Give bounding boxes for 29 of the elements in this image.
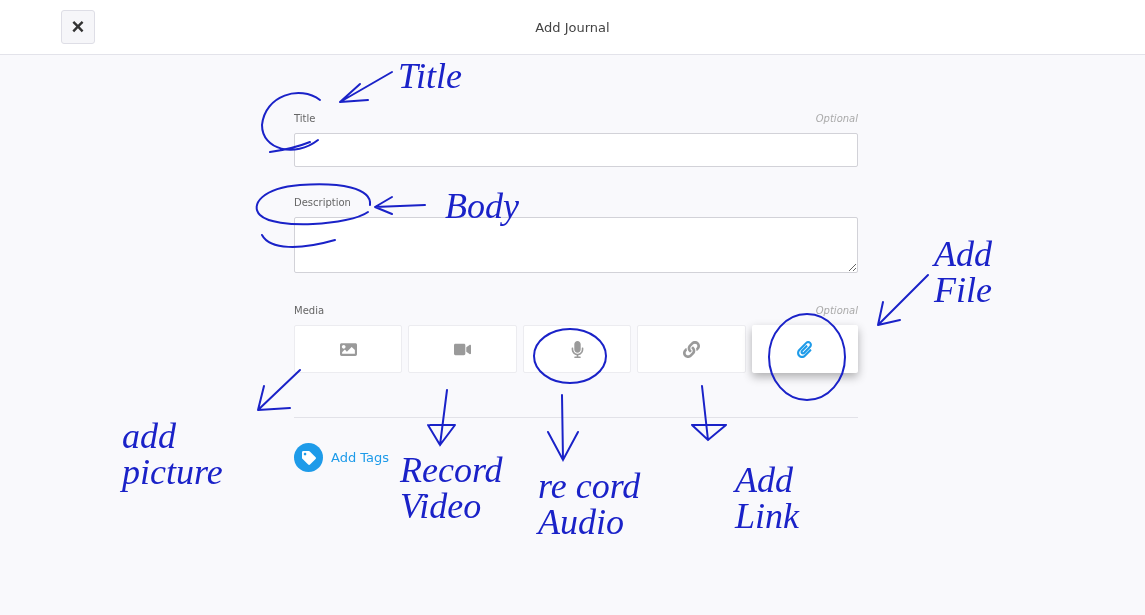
handwritten-note: Title [398,58,463,94]
media-button[interactable] [522,325,632,373]
handwritten-note: Add File [934,236,993,308]
tag-icon [294,443,323,472]
close-button[interactable]: × [61,10,95,44]
field-label: Description [294,197,351,208]
handwritten-note: Body [445,188,519,224]
handwritten-note: re cord Audio [538,468,642,540]
optional-hint: Optional [815,113,858,124]
window-title: Add Journal [534,19,611,35]
arrow-mark [339,71,393,103]
title-field[interactable] [294,133,858,167]
handwritten-note: Add Link [735,462,801,534]
paperclip-icon [796,340,814,358]
arrow-mark [257,369,301,411]
arrow-mark [427,389,456,447]
arrow-mark [691,385,727,442]
arrow-mark [547,394,579,463]
field-label: Title [294,113,316,124]
field-label: Media [294,305,325,316]
handwritten-note: add picture [122,418,224,490]
circle-mark [261,92,321,153]
handwritten-note: Record Video [400,452,504,524]
arrow-mark [877,274,929,326]
arrow-mark [374,196,426,215]
optional-hint: Optional [815,305,858,316]
image-icon [339,340,357,358]
media-button[interactable] [751,325,859,373]
link-icon [682,340,700,358]
